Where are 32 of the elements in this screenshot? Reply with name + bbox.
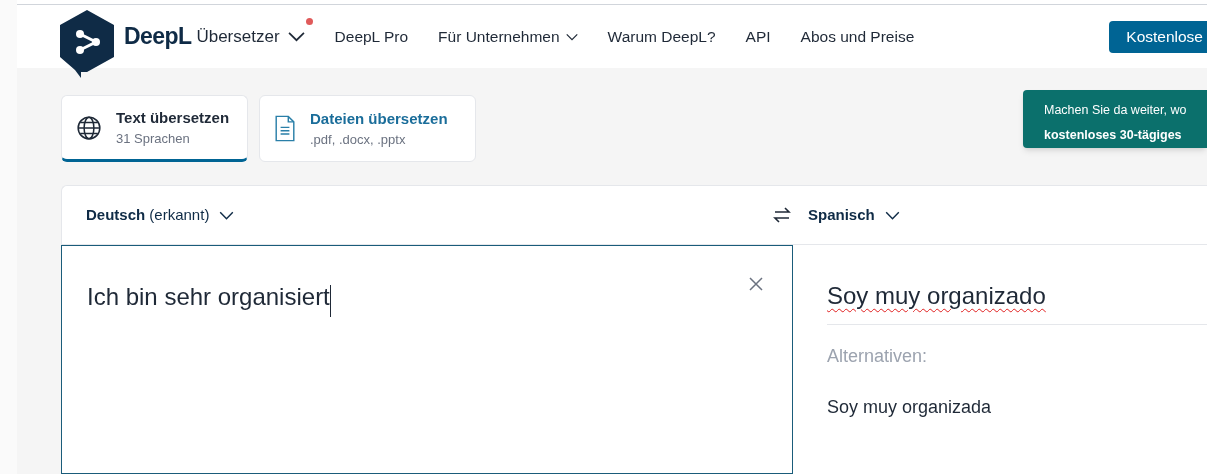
toast-text: kostenloses 30-tägiges (1044, 126, 1183, 144)
product-menu[interactable]: Übersetzer (196, 23, 305, 50)
logo-text: DeepL (124, 22, 192, 52)
source-text-area[interactable]: Ich bin sehr organisiert (61, 245, 793, 474)
alternative-translation[interactable]: Soy muy organizada (827, 394, 1207, 421)
mode-title: Text übersetzen (116, 107, 230, 128)
signup-button[interactable]: Kostenlose (1109, 20, 1207, 53)
nav-link[interactable]: DeepL Pro (334, 24, 409, 49)
mode-title: Dateien übersetzen (310, 108, 448, 129)
mode-subtitle: .pdf, .docx, .pptx (310, 131, 407, 149)
target-language-select[interactable]: Spanisch (808, 203, 900, 227)
nav-link[interactable]: Abos und Preise (800, 24, 915, 49)
close-icon[interactable] (748, 276, 764, 292)
nav-link[interactable]: Warum DeepL? (607, 24, 716, 49)
alternatives-label: Alternativen: (827, 345, 929, 368)
chevron-down-icon (884, 210, 900, 220)
toast-text: Machen Sie da weiter, wo (1044, 102, 1188, 119)
swap-icon[interactable] (772, 205, 792, 225)
source-text: Ich bin sehr organisiert (87, 283, 330, 310)
source-language-select[interactable]: Deutsch (erkannt) (86, 203, 235, 227)
mode-subtitle: 31 Sprachen (116, 130, 191, 148)
chevron-down-icon (565, 32, 578, 41)
document-icon (274, 115, 296, 142)
chevron-down-icon (219, 210, 235, 220)
text-cursor (329, 284, 331, 317)
mode-tab[interactable]: Dateien übersetzen .pdf, .docx, .pptx (259, 95, 476, 162)
chevron-down-icon (287, 31, 305, 42)
mode-tab[interactable]: Text übersetzen 31 Sprachen (61, 95, 248, 162)
nav-link[interactable]: API (745, 24, 771, 49)
translation-text: Soy muy organizado (827, 282, 1046, 309)
globe-icon (76, 114, 102, 141)
nav-link[interactable]: Für Unternehmen (438, 24, 578, 49)
